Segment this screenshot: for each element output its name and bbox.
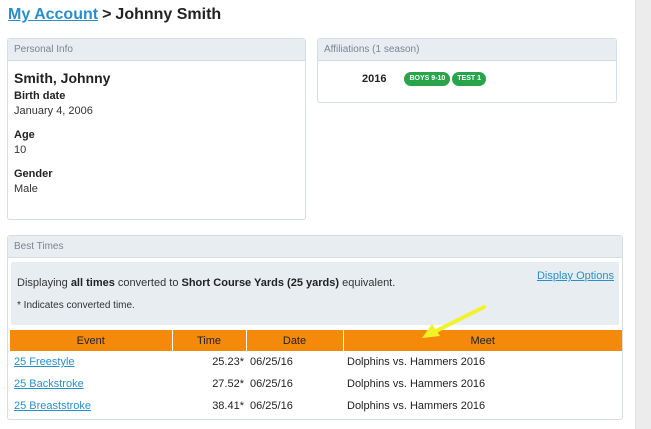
table-header-row: Event Time Date Meet [10,330,622,351]
breadcrumb-separator: > [102,6,112,23]
column-header-time[interactable]: Time [171,330,246,351]
breadcrumb: My Account > Johnny Smith [8,6,221,32]
meet-cell: Dolphins vs. Hammers 2016 [347,400,486,412]
right-gutter [635,0,651,429]
affiliations-title: Affiliations (1 season) [318,39,616,61]
time-cell: 25.23* [212,356,244,368]
gender-label: Gender [14,168,53,180]
annotation-arrow-icon [422,305,486,338]
time-cell: 27.52* [212,378,244,390]
personal-info-title: Personal Info [8,39,305,61]
birth-date-value: January 4, 2006 [14,105,93,117]
personal-info-panel: Personal Info Smith, Johnny Birth date J… [7,38,306,220]
column-header-date[interactable]: Date [245,330,343,351]
age-label: Age [14,129,35,141]
table-row: 25 Breaststroke 38.41* 06/25/16 Dolphins… [10,395,622,417]
season-year: 2016 [362,73,387,85]
affiliations-panel: Affiliations (1 season) 2016 BOYS 9-10 T… [317,38,617,103]
meet-cell: Dolphins vs. Hammers 2016 [347,356,486,368]
event-link[interactable]: 25 Freestyle [14,356,75,368]
date-cell: 06/25/16 [250,378,293,390]
event-link[interactable]: 25 Backstroke [14,378,84,390]
athlete-full-name: Smith, Johnny [14,70,111,86]
converted-time-note: * Indicates converted time. [17,300,135,311]
meet-cell: Dolphins vs. Hammers 2016 [347,378,486,390]
group-badge: TEST 1 [452,72,487,86]
my-account-link[interactable]: My Account [8,6,98,23]
date-cell: 06/25/16 [250,400,293,412]
page-title: Johnny Smith [115,6,222,23]
birth-date-label: Birth date [14,90,66,102]
conversion-description: Displaying all times converted to Short … [17,277,396,289]
gender-value: Male [14,183,38,195]
event-link[interactable]: 25 Breaststroke [14,400,91,412]
time-cell: 38.41* [212,400,244,412]
group-badge: BOYS 9-10 [404,72,451,86]
column-header-event[interactable]: Event [10,330,172,351]
best-times-panel: Best Times Displaying all times converte… [7,235,623,420]
date-cell: 06/25/16 [250,356,293,368]
age-value: 10 [14,144,27,156]
table-row: 25 Backstroke 27.52* 06/25/16 Dolphins v… [10,373,622,395]
display-options-link[interactable]: Display Options [537,270,614,282]
table-row: 25 Freestyle 25.23* 06/25/16 Dolphins vs… [10,351,622,373]
best-times-table: Event Time Date Meet 25 Freestyle 25.23*… [10,330,622,417]
conversion-info-box: Displaying all times converted to Short … [11,262,619,325]
best-times-title: Best Times [8,236,622,258]
